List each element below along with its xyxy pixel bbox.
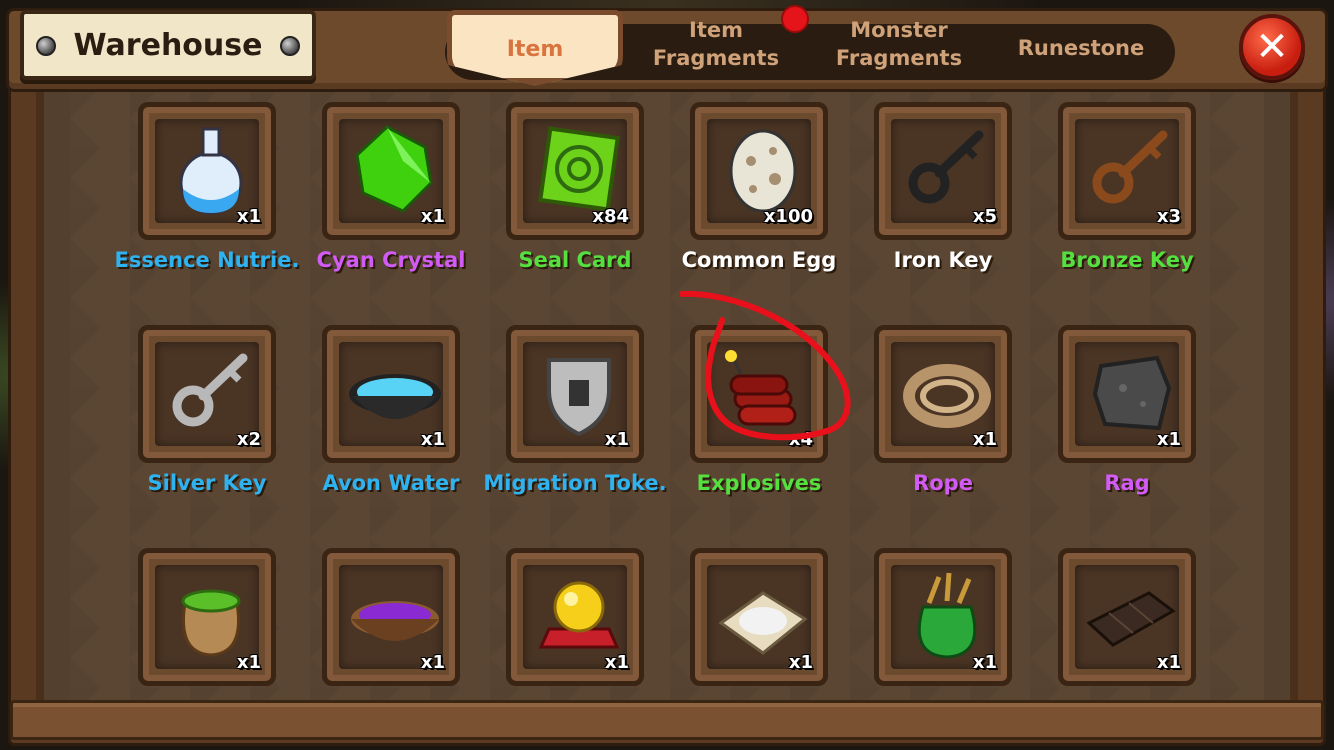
item-slot[interactable]: x1 — [322, 325, 460, 463]
item-count: x1 — [236, 206, 261, 227]
golden-orb-icon — [538, 581, 620, 649]
item-slot[interactable]: x1 — [874, 548, 1012, 686]
item-count: x2 — [236, 429, 261, 450]
item-slot[interactable]: x1 — [322, 102, 460, 240]
item-name: Rope — [913, 471, 973, 495]
title-plate: Warehouse — [20, 10, 316, 80]
tab-item-fragments-label-line1: Item — [689, 18, 743, 42]
item-slot[interactable]: x1 — [874, 325, 1012, 463]
close-icon: ✕ — [1255, 24, 1289, 70]
salt-cloth-icon — [718, 591, 808, 655]
rivet-icon — [280, 36, 300, 56]
red-circle-annotation — [680, 290, 851, 441]
item-count: x1 — [1156, 429, 1181, 450]
item-slot[interactable]: x5 — [874, 102, 1012, 240]
tab-monster-fragments-label-line2: Fragments — [835, 46, 963, 70]
item-count: x100 — [763, 206, 813, 227]
notification-dot-icon — [781, 5, 809, 33]
item-count: x1 — [420, 652, 445, 673]
footer-plank — [10, 700, 1324, 740]
tab-item-fragments[interactable]: Item Fragments — [640, 16, 792, 76]
item-name: Essence Nutrie. — [114, 248, 300, 272]
item-slot[interactable]: x1 — [1058, 548, 1196, 686]
item-slot[interactable]: x1 — [138, 548, 276, 686]
item-name: Bronze Key — [1060, 248, 1194, 272]
item-name: Silver Key — [147, 471, 267, 495]
seal-card-icon — [538, 126, 620, 212]
item-count: x1 — [604, 652, 629, 673]
egg-icon — [729, 129, 797, 213]
bronze-key-icon — [1092, 130, 1168, 204]
window-title: Warehouse — [73, 28, 263, 63]
seed-sack-icon — [181, 589, 241, 657]
water-bowl-icon — [349, 374, 441, 419]
item-slot[interactable]: x2 — [138, 325, 276, 463]
item-name: Migration Toke. — [483, 471, 667, 495]
item-slot[interactable]: x1 — [506, 325, 644, 463]
item-slot[interactable]: x3 — [1058, 102, 1196, 240]
item-name: Iron Key — [893, 248, 993, 272]
tab-monster-fragments[interactable]: Monster Fragments — [822, 16, 976, 76]
item-count: x1 — [420, 206, 445, 227]
item-slot[interactable]: x84 — [506, 102, 644, 240]
tab-runestone[interactable]: Runestone — [1000, 34, 1162, 94]
green-crystal-icon — [355, 125, 433, 213]
item-count: x1 — [420, 429, 445, 450]
item-name: Common Egg — [681, 248, 837, 272]
chocolate-bar-icon — [1086, 591, 1176, 647]
item-name: Explosives — [696, 471, 822, 495]
item-count: x5 — [972, 206, 997, 227]
tab-runestone-label: Runestone — [1017, 36, 1145, 60]
tab-monster-fragments-label-line1: Monster — [850, 18, 948, 42]
item-slot[interactable]: x1 — [506, 548, 644, 686]
item-count: x1 — [972, 652, 997, 673]
rag-icon — [1092, 355, 1172, 431]
item-name: Avon Water — [322, 471, 460, 495]
silver-key-icon — [172, 353, 248, 427]
item-count: x1 — [604, 429, 629, 450]
flask-icon — [179, 127, 243, 215]
item-name: Seal Card — [518, 248, 632, 272]
item-slot[interactable]: x100 — [690, 102, 828, 240]
tab-item-fragments-label-line2: Fragments — [652, 46, 780, 70]
tab-item-label: Item — [506, 37, 564, 62]
rope-icon — [903, 364, 991, 428]
item-count: x1 — [972, 429, 997, 450]
item-count: x1 — [236, 652, 261, 673]
item-count: x1 — [1156, 652, 1181, 673]
item-slot[interactable]: x1 — [322, 548, 460, 686]
item-slot[interactable]: x1 — [690, 548, 828, 686]
item-count: x1 — [788, 652, 813, 673]
item-count: x84 — [592, 206, 629, 227]
shield-token-icon — [547, 358, 611, 437]
item-count: x3 — [1156, 206, 1181, 227]
iron-key-icon — [908, 130, 984, 204]
item-name: Rag — [1104, 471, 1150, 495]
item-slot[interactable]: x1 — [1058, 325, 1196, 463]
purple-powder-bowl-icon — [351, 601, 439, 641]
close-button[interactable]: ✕ — [1239, 14, 1305, 80]
green-pouch-icon — [917, 572, 977, 659]
item-slot[interactable]: x1 — [138, 102, 276, 240]
item-name: Cyan Crystal — [316, 248, 466, 272]
